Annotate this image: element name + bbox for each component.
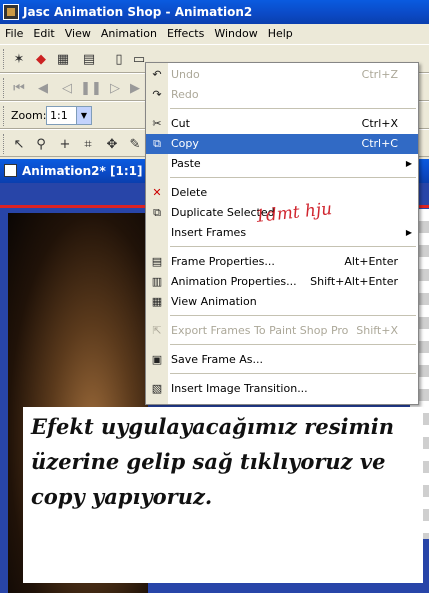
menu-item-shortcut: Shift+X xyxy=(356,324,398,337)
submenu-arrow-icon: ▶ xyxy=(405,159,412,168)
first-frame-icon[interactable]: ⏮ xyxy=(10,79,28,97)
toolbar-grip[interactable] xyxy=(3,134,6,154)
banner-icon[interactable]: ◆ xyxy=(32,50,50,68)
menu-item-paste[interactable]: Paste ▶ xyxy=(146,154,418,174)
zoom-label: Zoom: xyxy=(11,109,47,122)
menu-edit[interactable]: Edit xyxy=(28,24,59,44)
menu-window[interactable]: Window xyxy=(209,24,262,44)
menu-item-label: View Animation xyxy=(171,295,257,308)
rewind-icon[interactable]: ◁ xyxy=(58,79,76,97)
menu-item-label: Delete xyxy=(171,186,208,199)
menu-effects[interactable]: Effects xyxy=(162,24,209,44)
menu-item-label: Redo xyxy=(171,88,199,101)
toolbar-grip[interactable] xyxy=(3,106,6,126)
menu-item-label: Animation Properties... xyxy=(171,275,297,288)
film-icon: ▦ xyxy=(151,295,163,308)
app-window: Jasc Animation Shop - Animation2 File Ed… xyxy=(0,0,429,593)
menu-item-export-frames[interactable]: ⇱ Export Frames To Paint Shop Pro Shift+… xyxy=(146,321,418,341)
menu-view[interactable]: View xyxy=(60,24,96,44)
dropper-icon[interactable]: ✎ xyxy=(126,135,144,153)
chevron-down-icon[interactable]: ▼ xyxy=(76,107,91,124)
arrow-icon[interactable]: ↖ xyxy=(10,135,28,153)
export-icon: ⇱ xyxy=(152,324,162,337)
menu-item-insert-image-transition[interactable]: ▧ Insert Image Transition... xyxy=(146,379,418,399)
menu-item-copy[interactable]: ⧉ Copy Ctrl+C xyxy=(146,134,418,154)
menu-item-label: Cut xyxy=(171,117,190,130)
menu-item-shortcut: Alt+Enter xyxy=(344,255,398,268)
menu-separator xyxy=(170,373,416,374)
zoom-select[interactable]: 1:1 ▼ xyxy=(46,106,92,125)
pause-icon[interactable]: ❚❚ xyxy=(80,79,102,97)
menu-item-label: Frame Properties... xyxy=(171,255,275,268)
menu-item-frame-properties[interactable]: ▤ Frame Properties... Alt+Enter xyxy=(146,252,418,272)
menu-bar: File Edit View Animation Effects Window … xyxy=(0,24,429,44)
menu-item-shortcut: Ctrl+X xyxy=(361,117,398,130)
menu-item-insert-frames[interactable]: Insert Frames ▶ xyxy=(146,223,418,243)
play-icon[interactable]: ▷ xyxy=(106,79,124,97)
animation-properties-icon: ▥ xyxy=(151,275,163,288)
open-icon[interactable]: ▤ xyxy=(80,50,98,68)
menu-separator xyxy=(170,315,416,316)
new-icon[interactable]: ▯ xyxy=(110,50,128,68)
app-icon xyxy=(3,4,19,20)
undo-icon: ↶ xyxy=(152,68,162,81)
zoom-value: 1:1 xyxy=(50,109,68,122)
crop-icon[interactable]: ⌗ xyxy=(79,135,97,153)
copy-icon: ⧉ xyxy=(153,137,161,150)
document-title: Animation2* [1:1] - xyxy=(22,164,152,178)
menu-item-label: Paste xyxy=(171,157,201,170)
save-frame-icon: ▣ xyxy=(151,353,163,366)
transition-icon: ▧ xyxy=(151,382,163,395)
menu-animation[interactable]: Animation xyxy=(96,24,162,44)
next-frame-icon[interactable]: ▶ xyxy=(126,79,144,97)
context-menu: ↶ Undo Ctrl+Z ↷ Redo ✂ Cut Ctrl+X ⧉ Copy… xyxy=(145,62,419,405)
submenu-arrow-icon: ▶ xyxy=(405,228,412,237)
menu-item-undo[interactable]: ↶ Undo Ctrl+Z xyxy=(146,65,418,85)
scissors-icon: ✂ xyxy=(152,117,162,130)
menu-item-shortcut: Ctrl+Z xyxy=(361,68,398,81)
prev-frame-icon[interactable]: ◀ xyxy=(34,79,52,97)
crosshair-icon[interactable]: + xyxy=(56,135,74,153)
toolbar-grip[interactable] xyxy=(3,78,6,98)
menu-separator xyxy=(170,246,416,247)
delete-x-icon: ✕ xyxy=(152,186,162,199)
menu-item-save-frame-as[interactable]: ▣ Save Frame As... xyxy=(146,350,418,370)
menu-item-label: Insert Image Transition... xyxy=(171,382,308,395)
menu-item-cut[interactable]: ✂ Cut Ctrl+X xyxy=(146,114,418,134)
move-icon[interactable]: ✥ xyxy=(103,135,121,153)
menu-item-label: Save Frame As... xyxy=(171,353,264,366)
toolbar-grip[interactable] xyxy=(3,49,6,69)
menu-item-shortcut: Ctrl+C xyxy=(361,137,398,150)
menu-item-shortcut: Shift+Alt+Enter xyxy=(310,275,398,288)
title-bar[interactable]: Jasc Animation Shop - Animation2 xyxy=(0,0,429,24)
wizard-icon[interactable]: ✶ xyxy=(10,50,28,68)
menu-item-redo[interactable]: ↷ Redo xyxy=(146,85,418,105)
menu-item-label: Undo xyxy=(171,68,200,81)
duplicate-icon: ⧉ xyxy=(153,206,161,219)
window-title: Jasc Animation Shop - Animation2 xyxy=(23,5,253,19)
menu-file[interactable]: File xyxy=(0,24,28,44)
menu-separator xyxy=(170,108,416,109)
menu-separator xyxy=(170,177,416,178)
tutorial-caption: Efekt uygulayacağımız resimin üzerine ge… xyxy=(23,407,423,583)
menu-item-label: Insert Frames xyxy=(171,226,247,239)
menu-item-label: Copy xyxy=(171,137,199,150)
menu-separator xyxy=(170,344,416,345)
magnifier-icon[interactable]: ⚲ xyxy=(32,135,50,153)
menu-item-view-animation[interactable]: ▦ View Animation xyxy=(146,292,418,312)
menu-help[interactable]: Help xyxy=(263,24,298,44)
redo-icon: ↷ xyxy=(152,88,162,101)
menu-item-label: Export Frames To Paint Shop Pro xyxy=(171,324,349,337)
frame-properties-icon: ▤ xyxy=(151,255,163,268)
optimize-icon[interactable]: ▦ xyxy=(54,50,72,68)
menu-item-animation-properties[interactable]: ▥ Animation Properties... Shift+Alt+Ente… xyxy=(146,272,418,292)
document-icon xyxy=(4,164,17,177)
menu-item-delete[interactable]: ✕ Delete xyxy=(146,183,418,203)
